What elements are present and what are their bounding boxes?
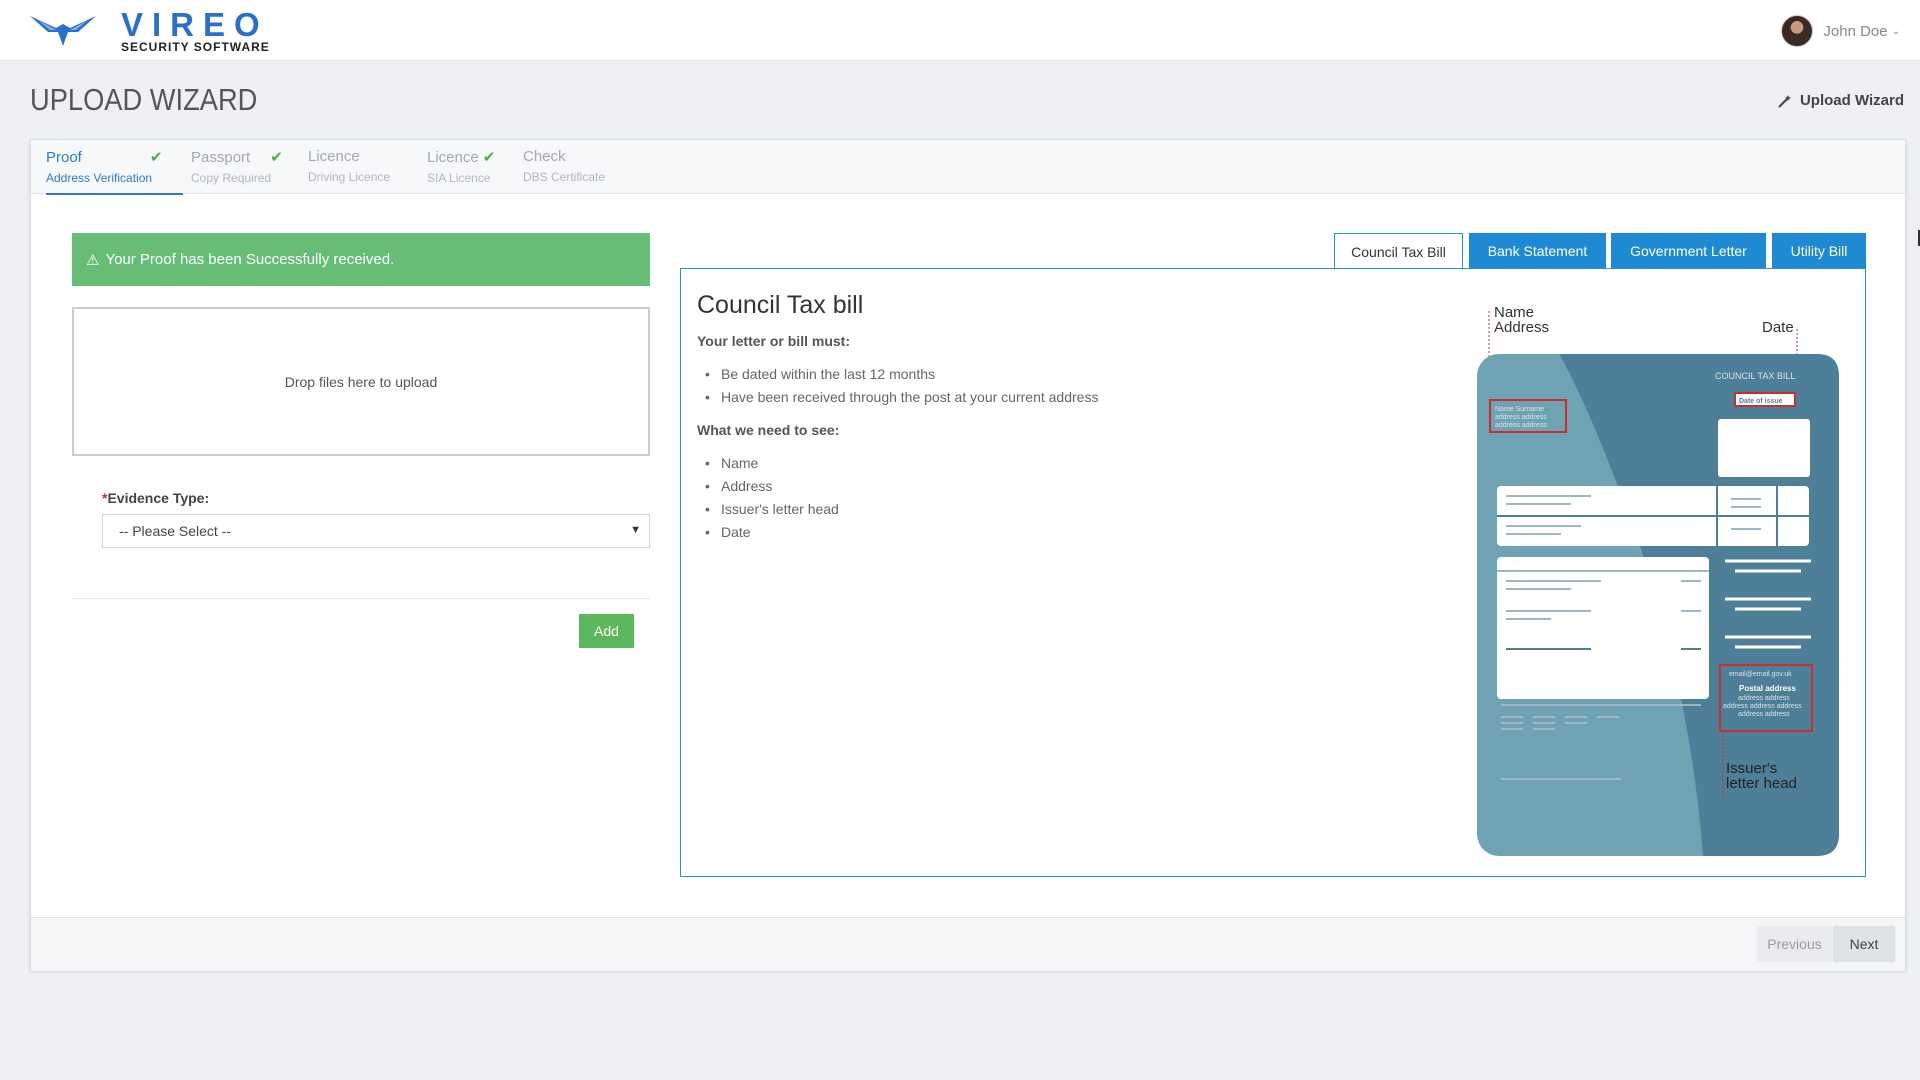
add-button[interactable]: Add (579, 614, 634, 648)
illus-date-box: Date of issue (1739, 398, 1783, 405)
illus-label-date: Date (1762, 319, 1794, 336)
illus-name-line: Name Surname (1495, 406, 1544, 413)
illus-address-line: address address (1495, 422, 1547, 429)
illus-issuer-line: letter head (1726, 775, 1797, 792)
avatar[interactable] (1781, 15, 1814, 47)
council-tax-bill-illustration: Name Address Date COUNCIL TAX BILL Date … (1477, 304, 1839, 856)
previous-button[interactable]: Previous (1757, 926, 1832, 962)
evidence-type-label: *Evidence Type: (102, 490, 209, 506)
user-menu[interactable]: John Doe ⌄ (1781, 15, 1900, 47)
evidence-type-select[interactable]: -- Please Select -- ▼ (102, 514, 650, 548)
list-item: Be dated within the last 12 months (705, 366, 1098, 389)
tab-government-letter[interactable]: Government Letter (1611, 233, 1766, 269)
checkmark-icon: ✔ (482, 149, 496, 166)
page-title: UPLOAD WIZARD (30, 82, 258, 117)
must-heading: Your letter or bill must: (697, 333, 850, 349)
illus-label-address: Address (1494, 319, 1549, 336)
tab-council-tax-bill[interactable]: Council Tax Bill (1334, 233, 1463, 270)
wizard-panel: Proof ✔ Address Verification Passport ✔ Co… (30, 139, 1906, 971)
list-item: Name (705, 455, 839, 478)
warning-icon: ⚠ (86, 251, 100, 269)
tab-bank-statement[interactable]: Bank Statement (1469, 233, 1606, 269)
user-name[interactable]: John Doe (1823, 23, 1887, 40)
content-title: Council Tax bill (697, 291, 864, 319)
step-title: Licence (427, 148, 479, 166)
brand-name: VIREO (121, 6, 269, 43)
checkmark-icon: ✔ (270, 149, 283, 166)
step-proof[interactable]: Proof ✔ Address Verification (46, 148, 183, 195)
wizard-footer: Previous Next (31, 917, 1905, 971)
step-check[interactable]: Check DBS Certificate (523, 148, 623, 193)
chevron-down-icon[interactable]: ⌄ (1892, 26, 1900, 37)
evidence-label-text: Evidence Type: (107, 490, 210, 506)
vireo-logo[interactable]: VIREO SECURITY SOFTWARE (28, 6, 278, 56)
illus-postal-title: Postal address (1739, 684, 1796, 693)
list-item: Issuer's letter head (705, 501, 839, 524)
next-button[interactable]: Next (1833, 926, 1895, 962)
step-title: Proof (46, 148, 82, 166)
illus-postal-line: address address address (1723, 703, 1802, 710)
bird-logo-icon (30, 16, 96, 46)
list-item: Date (705, 524, 839, 547)
brand-tagline: SECURITY SOFTWARE (121, 40, 270, 54)
magic-wand-icon (1778, 94, 1791, 108)
step-subtitle: SIA Licence (427, 171, 491, 185)
step-subtitle: Address Verification (46, 171, 153, 185)
checkmark-icon: ✔ (149, 149, 163, 166)
select-value: -- Please Select -- (119, 523, 232, 539)
breadcrumb: Upload Wizard (1778, 92, 1904, 109)
step-title: Licence (308, 148, 360, 165)
must-list: Be dated within the last 12 months Have … (705, 366, 1098, 412)
step-title: Passport (191, 148, 251, 166)
list-item: Address (705, 478, 839, 501)
success-alert: ⚠ Your Proof has been Successfully recei… (72, 233, 650, 286)
step-passport[interactable]: Passport ✔ Copy Required (191, 148, 301, 193)
see-heading: What we need to see: (697, 422, 840, 438)
tab-utility-bill[interactable]: Utility Bill (1772, 233, 1866, 269)
illus-address-line: address address (1495, 414, 1547, 421)
list-item: Have been received through the post at y… (705, 389, 1098, 412)
divider (72, 598, 650, 599)
caret-down-icon: ▼ (630, 524, 641, 536)
illus-postal-line: address address (1738, 695, 1790, 702)
see-list: Name Address Issuer's letter head Date (705, 455, 839, 547)
illus-postal-line: address address (1738, 711, 1790, 718)
alert-text: Your Proof has been Successfully receive… (105, 251, 395, 268)
top-bar: VIREO SECURITY SOFTWARE John Doe ⌄ (0, 0, 1920, 61)
file-dropzone[interactable]: Drop files here to upload (72, 307, 650, 456)
step-subtitle: Copy Required (191, 171, 272, 185)
step-subtitle: Driving Licence (308, 170, 391, 184)
step-title: Check (523, 148, 566, 165)
dropzone-text: Drop files here to upload (284, 373, 438, 390)
step-driving-licence[interactable]: Licence Driving Licence (308, 148, 408, 193)
step-sia-licence[interactable]: Licence ✔ SIA Licence (427, 148, 507, 193)
illus-email: email@email.gov.uk (1729, 671, 1792, 678)
breadcrumb-label: Upload Wizard (1799, 92, 1904, 109)
wizard-steps: Proof ✔ Address Verification Passport ✔ Co… (31, 140, 1905, 195)
step-subtitle: DBS Certificate (523, 170, 606, 184)
tab-content: Council Tax bill Your letter or bill mus… (680, 268, 1866, 877)
illus-doc-title: COUNCIL TAX BILL (1715, 371, 1795, 381)
